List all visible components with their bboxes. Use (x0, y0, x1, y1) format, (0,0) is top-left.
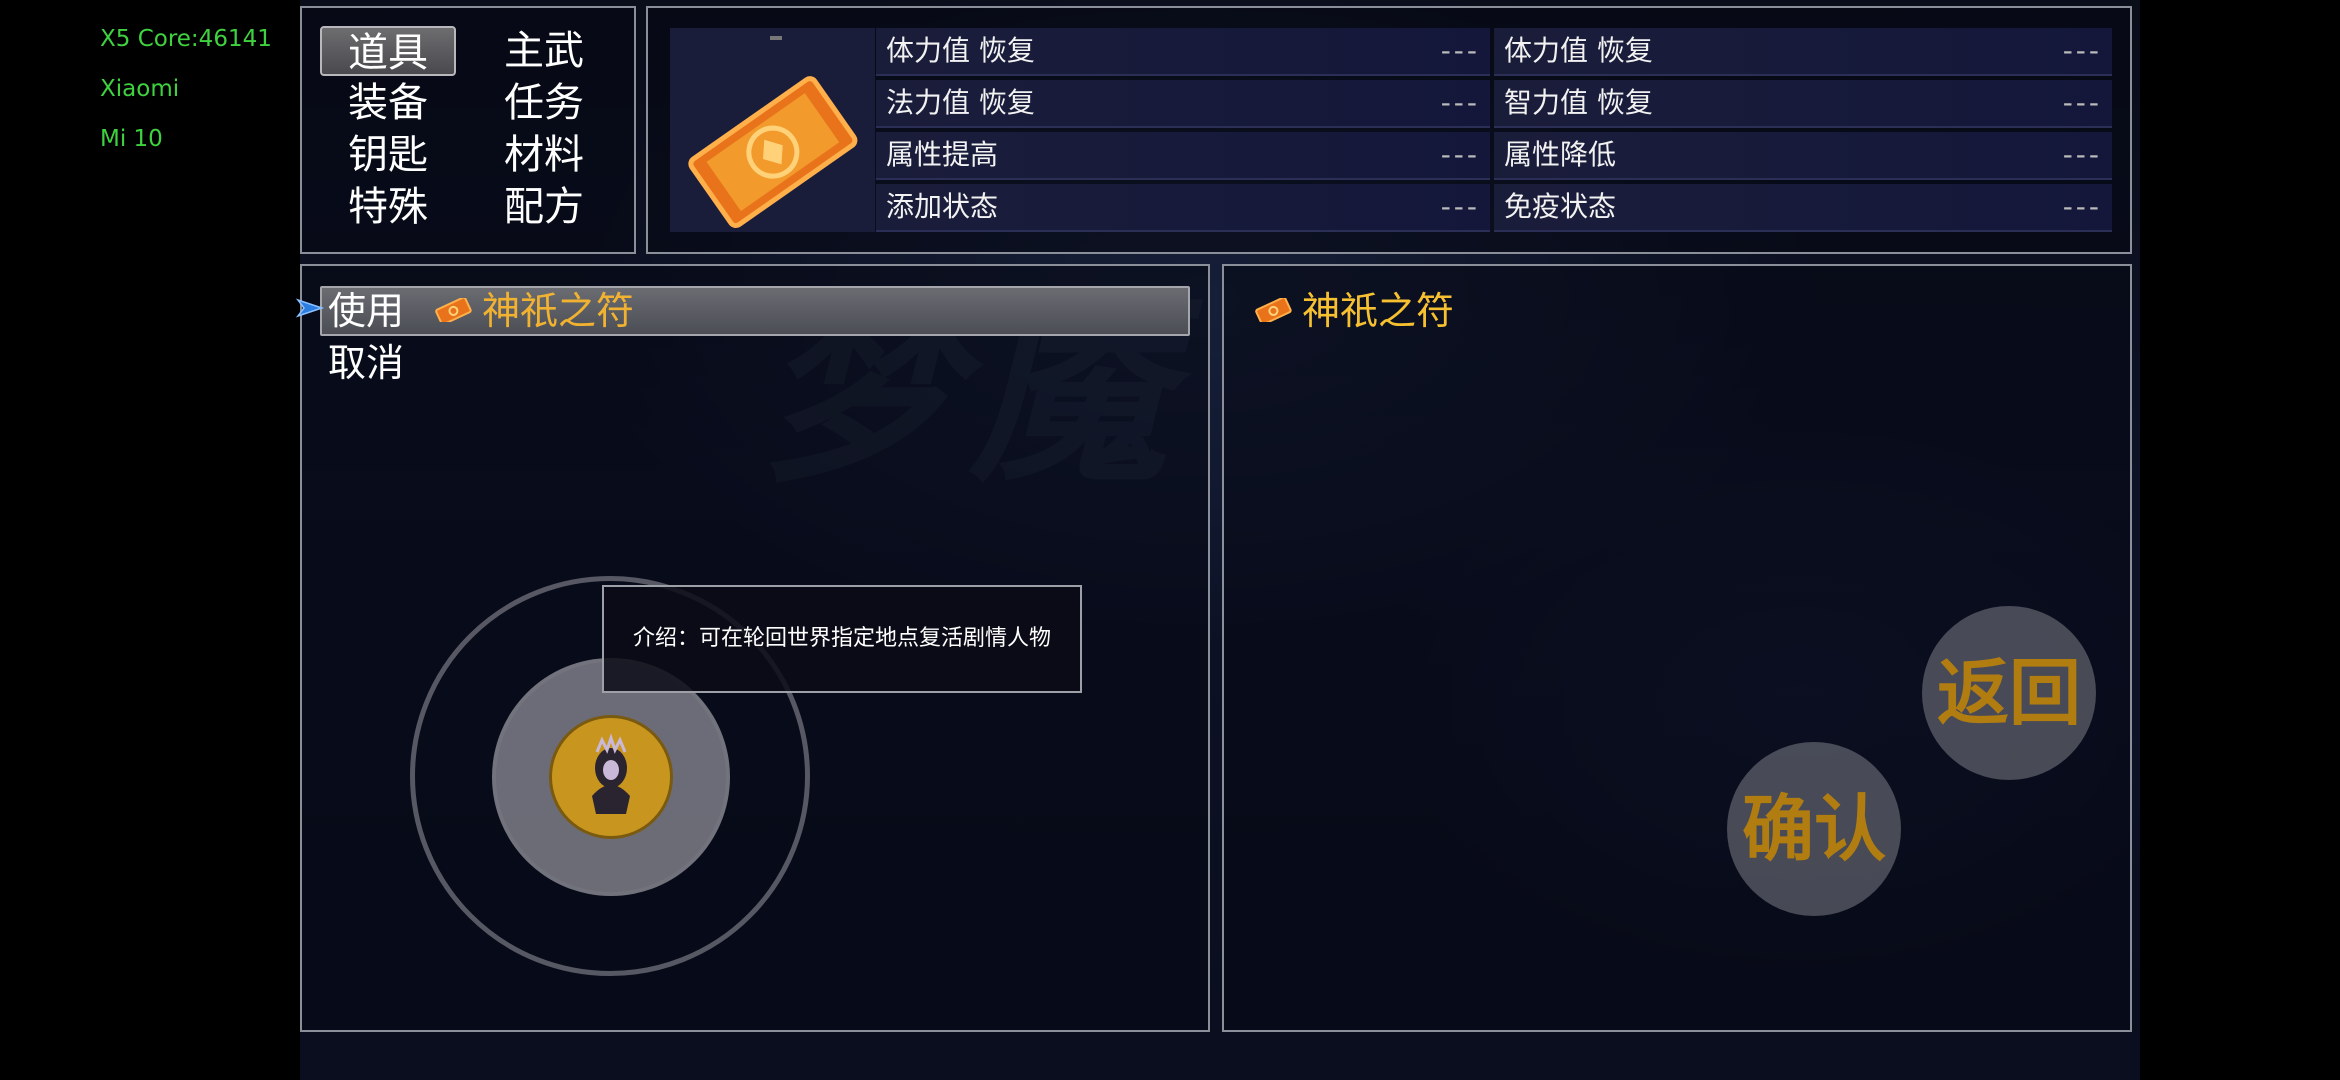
category-quest[interactable]: 任务 (476, 78, 612, 128)
system-core-text: X5 Core:46141 (100, 26, 272, 52)
stat-label: 免疫状态 (1504, 190, 1617, 223)
stat-value: --- (1440, 34, 1480, 67)
confirm-button[interactable]: 确认 (1727, 742, 1901, 916)
character-portrait-icon (592, 733, 630, 814)
use-label[interactable]: 使用 (328, 286, 404, 336)
stat-row: 属性提高 --- (876, 132, 1490, 180)
joystick-knob[interactable] (549, 715, 673, 839)
stat-value: --- (2062, 86, 2102, 119)
stat-row: 智力值 恢复 --- (1494, 80, 2112, 128)
stat-value: --- (1440, 138, 1480, 171)
stat-label: 属性降低 (1504, 138, 1617, 171)
system-brand-text: Xiaomi (100, 76, 180, 102)
item-icon-frame (670, 28, 875, 232)
category-recipes[interactable]: 配方 (476, 182, 612, 232)
stat-label: 属性提高 (886, 138, 999, 171)
back-button[interactable]: 返回 (1922, 606, 2096, 780)
cancel-option[interactable]: 取消 (328, 338, 404, 388)
stat-label: 添加状态 (886, 190, 999, 223)
system-model-text: Mi 10 (100, 126, 163, 152)
stat-row: 法力值 恢复 --- (876, 80, 1490, 128)
stat-row: 免疫状态 --- (1494, 184, 2112, 232)
category-items[interactable]: 道具 (320, 26, 456, 76)
stat-value: --- (1440, 86, 1480, 119)
stat-row: 属性降低 --- (1494, 132, 2112, 180)
stat-row: 添加状态 --- (876, 184, 1490, 232)
stat-row: 体力值 恢复 --- (1494, 28, 2112, 76)
stat-label: 法力值 恢复 (886, 86, 1035, 119)
category-materials[interactable]: 材料 (476, 130, 612, 180)
category-keys[interactable]: 钥匙 (320, 130, 456, 180)
talisman-ticket-icon (434, 298, 472, 322)
stat-label: 体力值 恢复 (1504, 34, 1653, 67)
talisman-ticket-icon (1254, 298, 1292, 322)
talisman-ticket-icon (688, 36, 858, 229)
stat-value: --- (2062, 138, 2102, 171)
stat-value: --- (2062, 190, 2102, 223)
stat-label: 体力值 恢复 (886, 34, 1035, 67)
category-special[interactable]: 特殊 (320, 182, 456, 232)
stat-value: --- (1440, 190, 1480, 223)
category-main-weapon[interactable]: 主武 (476, 26, 612, 76)
stat-label: 智力值 恢复 (1504, 86, 1653, 119)
stat-row: 体力值 恢复 --- (876, 28, 1490, 76)
category-equipment[interactable]: 装备 (320, 78, 456, 128)
item-description-tooltip: 介绍：可在轮回世界指定地点复活剧情人物 (602, 585, 1082, 693)
menu-item-name[interactable]: 神祇之符 (482, 286, 634, 336)
blue-arrow-cursor-icon (296, 298, 324, 318)
detail-item-name: 神祇之符 (1302, 289, 1455, 333)
stat-value: --- (2062, 34, 2102, 67)
